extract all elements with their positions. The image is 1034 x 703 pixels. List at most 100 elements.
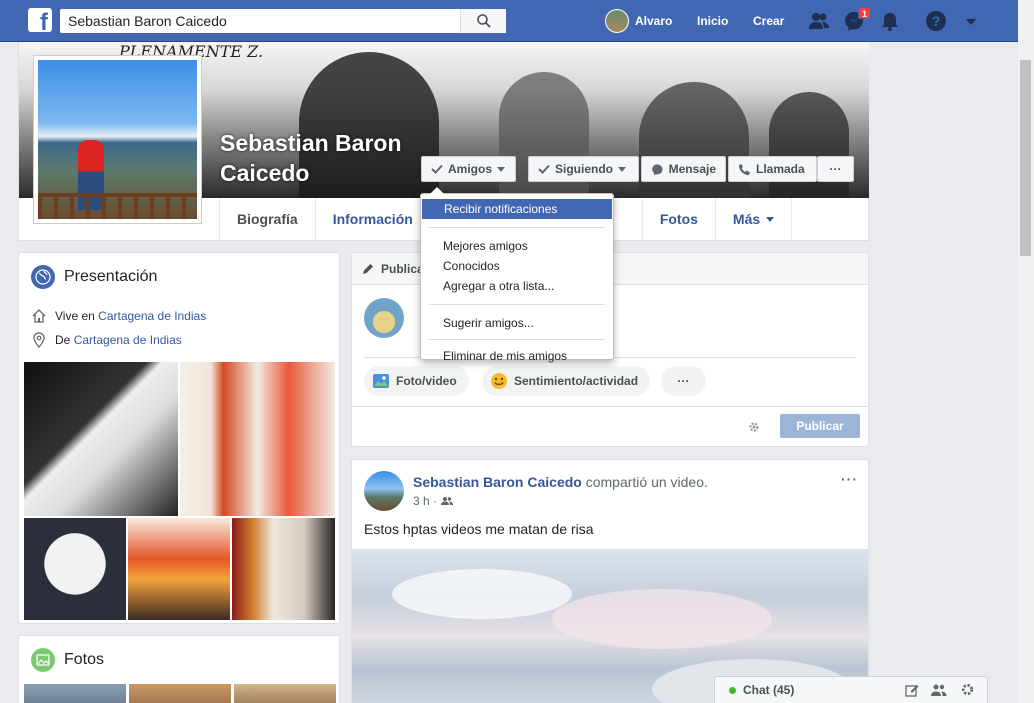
tab-more[interactable]: Más	[714, 198, 793, 241]
friends-dropdown-menu: Recibir notificaciones Mejores amigos Co…	[420, 187, 614, 363]
following-button[interactable]: Siguiendo	[528, 156, 639, 182]
smiley-icon	[491, 373, 507, 389]
tab-about[interactable]: Información	[314, 198, 430, 241]
home-icon	[32, 309, 46, 323]
messenger-icon	[652, 163, 663, 175]
avatar[interactable]	[364, 471, 404, 511]
svg-text:?: ?	[932, 13, 941, 29]
message-button[interactable]: Mensaje	[641, 156, 726, 182]
menu-item-get-notifications[interactable]: Recibir notificaciones	[422, 199, 612, 219]
search-icon	[476, 14, 491, 28]
search-box	[60, 9, 506, 33]
nav-user-name: Alvaro	[635, 14, 673, 28]
facebook-logo-icon[interactable]: f	[28, 8, 52, 32]
photo-video-button[interactable]: Foto/video	[364, 366, 469, 396]
photo-thumbnail[interactable]	[234, 684, 336, 703]
composer-tab-publish[interactable]: Publica	[381, 262, 424, 276]
avatar	[605, 9, 629, 33]
search-button[interactable]	[460, 9, 506, 33]
friends-button-label: Amigos	[448, 162, 493, 176]
more-options-button[interactable]: ···	[817, 156, 854, 182]
intro-lives-prefix: Vive en	[55, 309, 95, 323]
intro-from-prefix: De	[55, 333, 71, 347]
post-author-link[interactable]: Sebastian Baron Caicedo	[413, 474, 582, 490]
post-action: compartió un video.	[585, 474, 708, 490]
chat-settings-gear-icon[interactable]	[960, 682, 975, 697]
top-navigation-bar: f Alvaro Inicio Crear 1 ?	[0, 0, 1018, 42]
chevron-down-icon	[618, 166, 626, 172]
intro-title: Presentación	[64, 268, 158, 285]
call-button[interactable]: Llamada	[728, 156, 817, 182]
friends-audience-icon	[441, 497, 454, 505]
scrollbar-thumb[interactable]	[1020, 60, 1031, 256]
composer-more-button[interactable]: ···	[661, 366, 706, 396]
friend-requests-icon[interactable]	[808, 10, 830, 32]
chevron-down-icon	[766, 217, 775, 222]
photo-video-label: Foto/video	[396, 374, 457, 388]
pencil-icon	[363, 264, 373, 274]
check-icon	[431, 164, 443, 174]
messages-badge: 1	[858, 7, 872, 19]
photos-card: Fotos	[18, 635, 340, 703]
post-card: Sebastian Baron Caicedo compartió un vid…	[351, 459, 869, 703]
account-menu-caret-icon[interactable]	[962, 12, 980, 30]
post-options-button[interactable]: ···	[841, 471, 858, 487]
intro-header: Presentación	[31, 265, 157, 289]
featured-photo[interactable]	[24, 362, 178, 516]
menu-item-add-to-list[interactable]: Agregar a otra lista...	[421, 276, 613, 296]
post-text: Estos hptas videos me matan de risa	[364, 521, 594, 537]
menu-item-acquaintances[interactable]: Conocidos	[421, 256, 613, 276]
chevron-down-icon	[497, 166, 506, 172]
tab-more-label: Más	[732, 211, 761, 227]
featured-photo[interactable]	[128, 518, 230, 620]
nav-profile-link[interactable]: Alvaro	[605, 9, 672, 33]
intro-from: De Cartagena de Indias	[31, 332, 182, 348]
photos-title: Fotos	[64, 651, 105, 668]
composer-more-label: ···	[677, 374, 690, 388]
call-button-label: Llamada	[756, 162, 805, 176]
check-icon	[538, 164, 550, 174]
settings-gear-icon[interactable]	[748, 421, 760, 433]
post-header: Sebastian Baron Caicedo compartió un vid…	[413, 474, 708, 490]
profile-picture[interactable]	[33, 55, 202, 224]
photo-thumbnail[interactable]	[129, 684, 231, 703]
nav-home-link[interactable]: Inicio	[697, 14, 728, 28]
tab-photos[interactable]: Fotos	[641, 198, 715, 241]
feeling-activity-button[interactable]: Sentimiento/actividad	[482, 366, 651, 396]
intro-card: Presentación Vive en Cartagena de Indias…	[18, 252, 340, 624]
featured-photo[interactable]	[180, 362, 335, 516]
feeling-activity-label: Sentimiento/actividad	[514, 374, 639, 388]
chat-label: Chat (45)	[743, 683, 795, 697]
photos-icon	[31, 648, 55, 672]
nav-create-link[interactable]: Crear	[753, 14, 784, 28]
more-options-label: ···	[829, 162, 842, 176]
intro-lives-in: Vive en Cartagena de Indias	[31, 308, 206, 324]
from-city-link[interactable]: Cartagena de Indias	[74, 333, 182, 347]
post-timestamp[interactable]: 3 h ·	[413, 494, 437, 508]
search-input[interactable]	[60, 9, 460, 33]
avatar	[364, 298, 404, 338]
menu-item-unfriend[interactable]: Eliminar de mis amigos	[421, 346, 613, 366]
new-message-icon[interactable]	[905, 683, 919, 697]
group-chat-icon[interactable]	[931, 683, 947, 697]
menu-item-suggest-friends[interactable]: Sugerir amigos...	[421, 313, 613, 333]
location-pin-icon	[33, 332, 45, 348]
featured-photo[interactable]	[24, 518, 126, 620]
photos-header: Fotos	[31, 648, 104, 672]
photo-thumbnail[interactable]	[24, 684, 126, 703]
online-status-icon	[729, 686, 736, 694]
featured-photo[interactable]	[232, 518, 335, 620]
menu-item-close-friends[interactable]: Mejores amigos	[421, 236, 613, 256]
message-button-label: Mensaje	[668, 162, 716, 176]
tab-timeline[interactable]: Biografía	[219, 198, 315, 241]
chat-sidebar-tab[interactable]: Chat (45)	[714, 676, 988, 703]
profile-name[interactable]: Sebastian Baron Caicedo	[220, 128, 430, 188]
photo-icon	[373, 374, 389, 388]
page-scrollbar[interactable]	[1018, 0, 1034, 703]
friends-button[interactable]: Amigos	[421, 156, 516, 182]
notifications-bell-icon[interactable]	[879, 10, 901, 32]
lives-city-link[interactable]: Cartagena de Indias	[98, 309, 206, 323]
publish-button[interactable]: Publicar	[780, 414, 860, 438]
phone-icon	[738, 163, 751, 175]
help-icon[interactable]: ?	[925, 10, 947, 32]
